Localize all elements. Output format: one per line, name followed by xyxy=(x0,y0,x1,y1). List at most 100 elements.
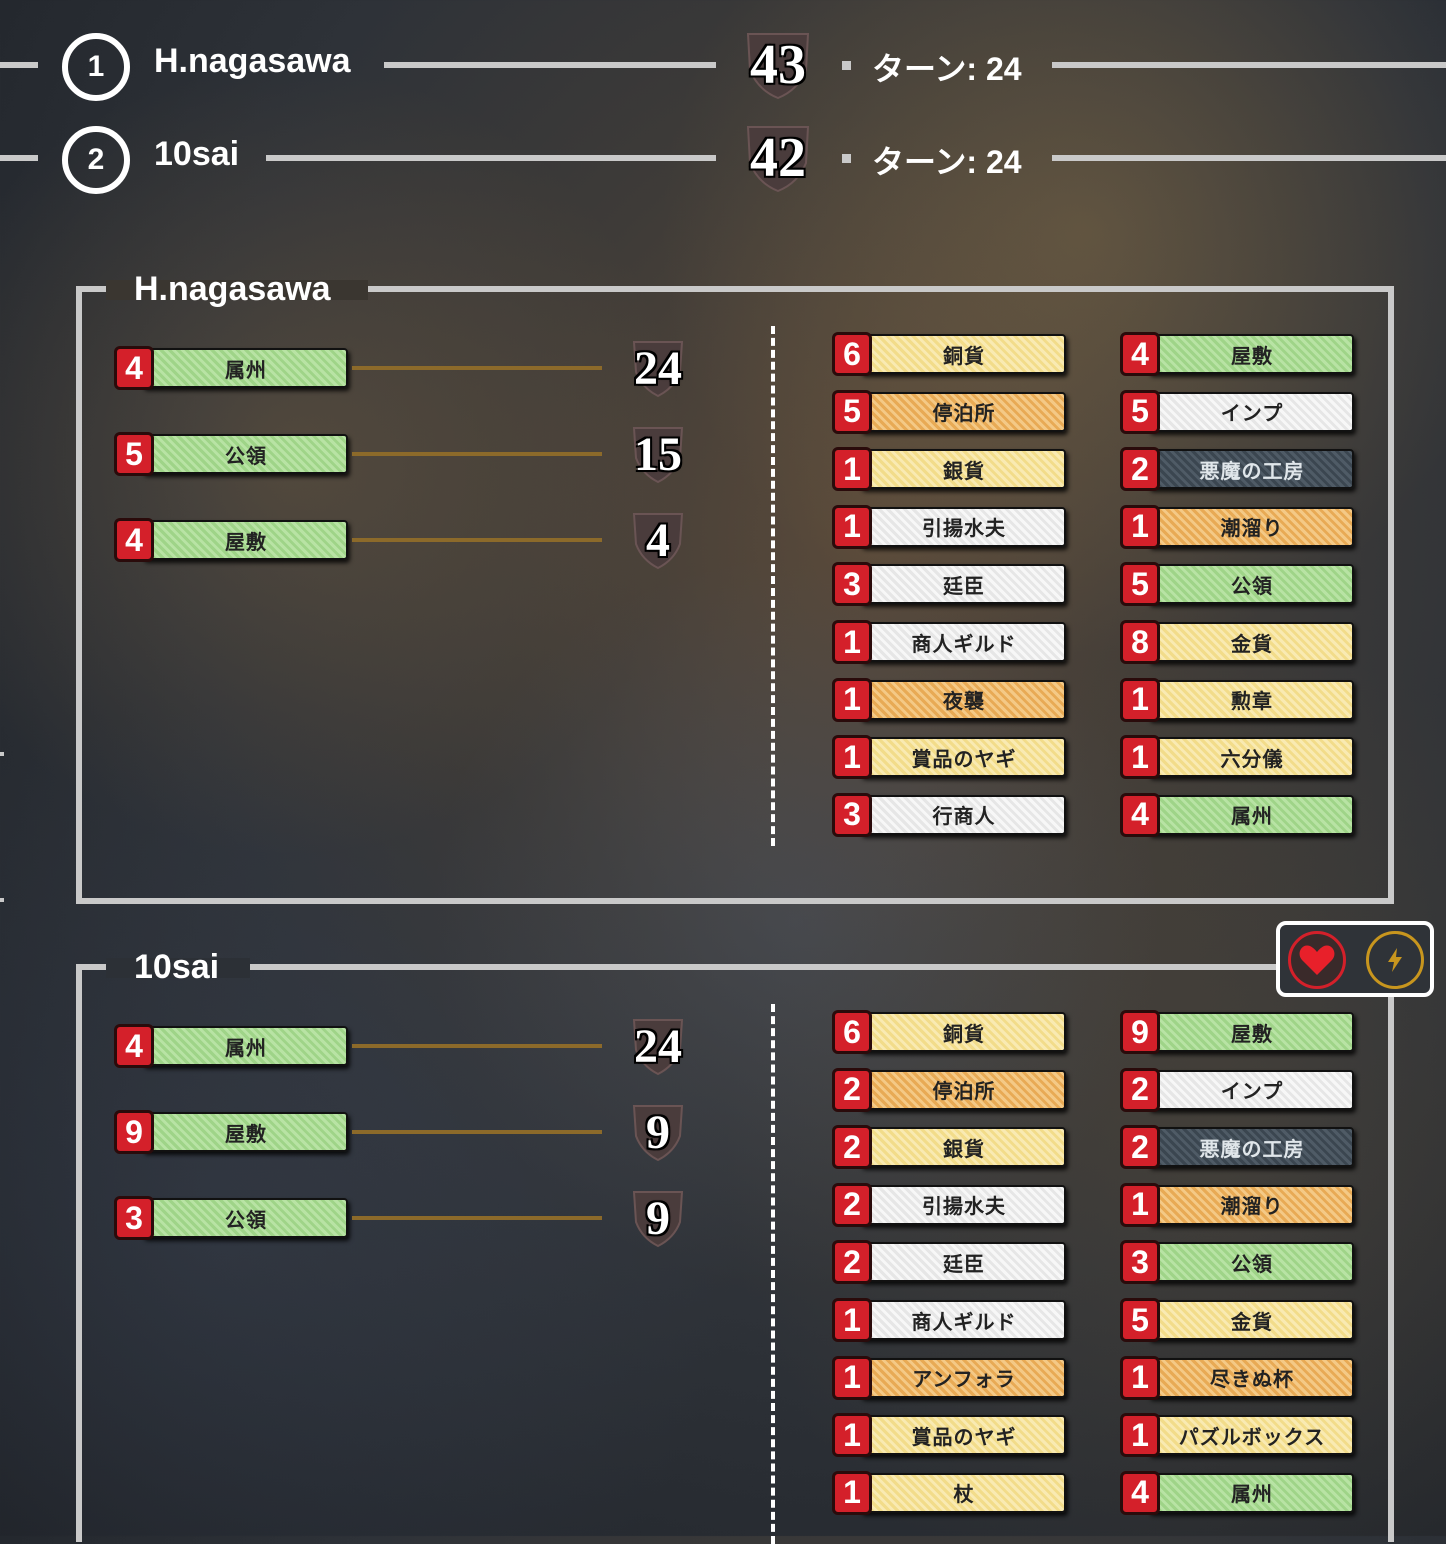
deck-card[interactable]: 屋敷 4 xyxy=(1120,332,1354,376)
deck-card[interactable]: 停泊所 2 xyxy=(832,1067,1066,1112)
deck-card[interactable]: 賞品のヤギ 1 xyxy=(832,735,1066,780)
points-value: 24 xyxy=(634,341,682,395)
card-count: 1 xyxy=(832,1413,872,1458)
rank-line xyxy=(1052,62,1446,68)
deck-card[interactable]: 六分儀 1 xyxy=(1120,735,1354,780)
deck-card[interactable]: 行商人 3 xyxy=(832,792,1066,837)
deck-card[interactable]: 屋敷 9 xyxy=(1120,1010,1354,1054)
points-shield: 24 xyxy=(626,1016,690,1076)
deck-card[interactable]: 廷臣 3 xyxy=(832,562,1066,607)
points-value: 9 xyxy=(646,1191,670,1245)
summary-card[interactable]: 公領 3 xyxy=(114,1196,348,1240)
deck-card[interactable]: 公領 5 xyxy=(1120,562,1354,607)
deck-card[interactable]: 引揚水夫 2 xyxy=(832,1182,1066,1227)
card-count: 5 xyxy=(1120,562,1160,607)
card-label: 夜襲 xyxy=(943,689,985,714)
deck-card[interactable]: 夜襲 1 xyxy=(832,677,1066,722)
card-label: 潮溜り xyxy=(1220,516,1284,541)
separator-dot xyxy=(842,61,851,70)
column-divider xyxy=(771,326,775,846)
card-count: 1 xyxy=(832,1298,872,1342)
rank-line xyxy=(1052,155,1446,161)
card-count: 1 xyxy=(832,620,872,664)
reaction-panel xyxy=(1276,921,1434,997)
deck-card[interactable]: 賞品のヤギ 1 xyxy=(832,1413,1066,1458)
rank-badge: 1 xyxy=(62,33,130,101)
rank-line xyxy=(0,155,38,161)
card-label: 停泊所 xyxy=(932,1079,996,1104)
card-label: 銀貨 xyxy=(943,1136,985,1161)
card-label: 屋敷 xyxy=(225,529,267,554)
deck-card[interactable]: 潮溜り 1 xyxy=(1120,504,1354,549)
card-count: 4 xyxy=(114,346,154,390)
card-label: 停泊所 xyxy=(932,401,996,426)
heart-reaction-button[interactable] xyxy=(1288,931,1346,989)
deck-card[interactable]: インプ 5 xyxy=(1120,389,1354,434)
deck-card[interactable]: 公領 3 xyxy=(1120,1240,1354,1285)
deck-card[interactable]: 廷臣 2 xyxy=(832,1240,1066,1285)
points-shield: 9 xyxy=(626,1102,690,1162)
lightning-icon xyxy=(1388,948,1402,972)
summary-card[interactable]: 属州 4 xyxy=(114,1024,348,1068)
card-count: 6 xyxy=(832,332,872,376)
deck-card[interactable]: 引揚水夫 1 xyxy=(832,504,1066,549)
points-connector xyxy=(352,1216,602,1220)
panel-title: 10sai xyxy=(134,948,220,986)
card-count: 1 xyxy=(1120,1413,1160,1458)
summary-card[interactable]: 公領 5 xyxy=(114,432,348,476)
card-label: 銅貨 xyxy=(943,1021,985,1046)
deck-card[interactable]: 商人ギルド 1 xyxy=(832,1298,1066,1342)
card-label: インプ xyxy=(1220,401,1284,426)
points-shield: 9 xyxy=(626,1188,690,1248)
turn-count: ターン: 24 xyxy=(872,144,1022,180)
deck-card[interactable]: インプ 2 xyxy=(1120,1067,1354,1112)
edge-tick xyxy=(0,898,4,902)
deck-card[interactable]: 属州 4 xyxy=(1120,792,1354,837)
deck-card[interactable]: 商人ギルド 1 xyxy=(832,620,1066,664)
deck-card[interactable]: 金貨 5 xyxy=(1120,1298,1354,1342)
deck-card[interactable]: 杖1 xyxy=(832,1470,1066,1515)
card-count: 2 xyxy=(832,1125,872,1170)
deck-card[interactable]: 悪魔の工房 2 xyxy=(1120,447,1354,492)
summary-card[interactable]: 屋敷 9 xyxy=(114,1110,348,1154)
points-value: 9 xyxy=(646,1105,670,1159)
points-connector xyxy=(352,538,602,542)
card-label: 引揚水夫 xyxy=(922,1194,1006,1219)
card-count: 1 xyxy=(832,1470,872,1515)
card-count: 1 xyxy=(832,504,872,549)
card-count: 6 xyxy=(832,1010,872,1054)
summary-card[interactable]: 屋敷 4 xyxy=(114,518,348,562)
summary-card[interactable]: 属州 4 xyxy=(114,346,348,390)
card-count: 4 xyxy=(1120,792,1160,837)
card-count: 1 xyxy=(832,677,872,722)
deck-card[interactable]: 銅貨 6 xyxy=(832,332,1066,376)
deck-card[interactable]: 停泊所 5 xyxy=(832,389,1066,434)
card-label: 公領 xyxy=(1231,573,1273,598)
separator-dot xyxy=(842,154,851,163)
card-label: 引揚水夫 xyxy=(922,516,1006,541)
card-label: 金貨 xyxy=(1231,631,1273,656)
card-label: 悪魔の工房 xyxy=(1199,1136,1305,1161)
deck-card[interactable]: アンフォラ 1 xyxy=(832,1355,1066,1400)
card-count: 4 xyxy=(1120,1470,1160,1515)
deck-card[interactable]: 金貨 8 xyxy=(1120,620,1354,664)
ranking-row-1: 1 H.nagasawa 43 ターン: 24 xyxy=(0,30,1446,101)
deck-card[interactable]: 銀貨 2 xyxy=(832,1125,1066,1170)
deck-card[interactable]: 勲章 1 xyxy=(1120,677,1354,722)
deck-card[interactable]: 潮溜り 1 xyxy=(1120,1182,1354,1227)
points-shield: 15 xyxy=(626,424,690,484)
deck-card[interactable]: 悪魔の工房 2 xyxy=(1120,1125,1354,1170)
card-label: パズルボックス xyxy=(1178,1424,1326,1449)
points-connector xyxy=(352,1130,602,1134)
deck-card[interactable]: 尽きぬ杯 1 xyxy=(1120,1355,1354,1400)
deck-card[interactable]: 属州 4 xyxy=(1120,1470,1354,1515)
deck-card[interactable]: 銅貨 6 xyxy=(832,1010,1066,1054)
card-count: 3 xyxy=(832,562,872,607)
deck-card[interactable]: パズルボックス 1 xyxy=(1120,1413,1354,1458)
card-label: アンフォラ xyxy=(912,1367,1016,1392)
card-label: 公領 xyxy=(225,1207,267,1232)
deck-card[interactable]: 銀貨 1 xyxy=(832,447,1066,492)
lightning-reaction-button[interactable] xyxy=(1366,931,1424,989)
card-count: 2 xyxy=(832,1182,872,1227)
points-connector xyxy=(352,366,602,370)
